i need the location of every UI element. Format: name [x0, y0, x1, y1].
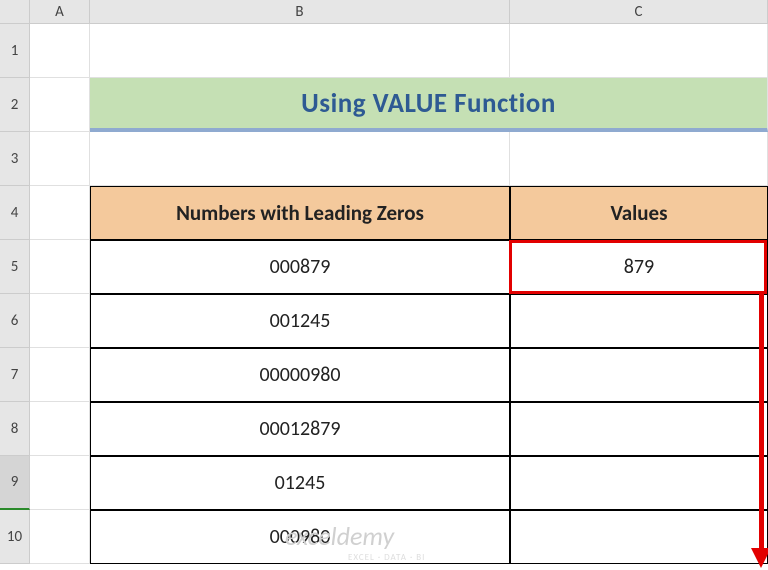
- cell-a6[interactable]: [30, 294, 90, 348]
- cell-b5[interactable]: 000879: [90, 240, 510, 294]
- cell-a8[interactable]: [30, 402, 90, 456]
- row-header-10[interactable]: 10: [0, 510, 30, 564]
- cell-c9[interactable]: [510, 456, 768, 510]
- cell-b10[interactable]: 000980: [90, 510, 510, 564]
- row-header-2[interactable]: 2: [0, 78, 30, 132]
- cell-c1[interactable]: [510, 24, 768, 78]
- row-header-6[interactable]: 6: [0, 294, 30, 348]
- cell-a1[interactable]: [30, 24, 90, 78]
- row-header-7[interactable]: 7: [0, 348, 30, 402]
- header-leading-zeros[interactable]: Numbers with Leading Zeros: [90, 186, 510, 240]
- cell-c8[interactable]: [510, 402, 768, 456]
- cell-a4[interactable]: [30, 186, 90, 240]
- cell-a3[interactable]: [30, 132, 90, 186]
- cell-c6[interactable]: [510, 294, 768, 348]
- cell-c7[interactable]: [510, 348, 768, 402]
- header-values[interactable]: Values: [510, 186, 768, 240]
- cell-b7[interactable]: 00000980: [90, 348, 510, 402]
- cell-b6[interactable]: 001245: [90, 294, 510, 348]
- title-cell[interactable]: Using VALUE Function: [90, 78, 768, 132]
- row-header-4[interactable]: 4: [0, 186, 30, 240]
- cell-b8[interactable]: 00012879: [90, 402, 510, 456]
- cell-b9[interactable]: 01245: [90, 456, 510, 510]
- cell-a7[interactable]: [30, 348, 90, 402]
- row-header-1[interactable]: 1: [0, 24, 30, 78]
- row-header-5[interactable]: 5: [0, 240, 30, 294]
- cell-a9[interactable]: [30, 456, 90, 510]
- fill-arrow-line: [759, 292, 764, 550]
- row-header-8[interactable]: 8: [0, 402, 30, 456]
- cell-c3[interactable]: [510, 132, 768, 186]
- col-header-c[interactable]: C: [510, 0, 768, 24]
- select-all-corner[interactable]: [0, 0, 30, 24]
- cell-b3[interactable]: [90, 132, 510, 186]
- cell-c5[interactable]: 879: [510, 240, 768, 294]
- col-header-b[interactable]: B: [90, 0, 510, 24]
- cell-a10[interactable]: [30, 510, 90, 564]
- col-header-a[interactable]: A: [30, 0, 90, 24]
- spreadsheet-grid: A B C 1 2 Using VALUE Function 3 4 Numbe…: [0, 0, 768, 564]
- row-header-9[interactable]: 9: [0, 456, 30, 510]
- row-header-3[interactable]: 3: [0, 132, 30, 186]
- cell-b1[interactable]: [90, 24, 510, 78]
- cell-a5[interactable]: [30, 240, 90, 294]
- cell-a2[interactable]: [30, 78, 90, 132]
- cell-c10[interactable]: [510, 510, 768, 564]
- fill-arrow-head-icon: [751, 548, 768, 568]
